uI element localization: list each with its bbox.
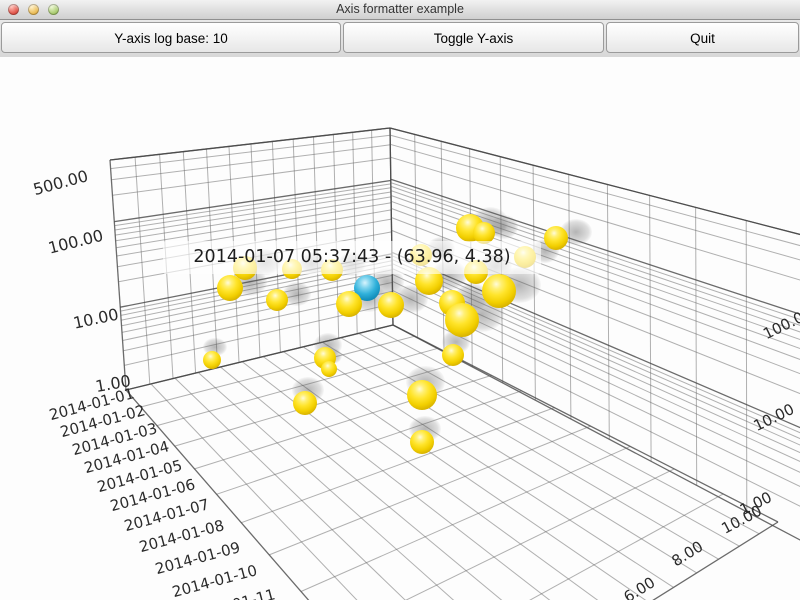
data-point[interactable]	[407, 380, 437, 410]
toolbar: Y-axis log base: 10 Toggle Y-axis Quit	[0, 20, 800, 58]
data-point[interactable]	[442, 344, 464, 366]
title-bar[interactable]: Axis formatter example	[0, 0, 800, 20]
data-point[interactable]	[378, 292, 404, 318]
data-point[interactable]	[544, 226, 568, 250]
y-axis-log-base-button[interactable]: Y-axis log base: 10	[1, 22, 341, 53]
app-window: Axis formatter example Y-axis log base: …	[0, 0, 800, 600]
data-point[interactable]	[321, 361, 337, 377]
quit-button[interactable]: Quit	[606, 22, 799, 53]
data-point[interactable]	[445, 303, 479, 337]
data-point[interactable]	[203, 351, 221, 369]
data-point[interactable]	[217, 275, 243, 301]
data-point[interactable]	[293, 391, 317, 415]
scatter-3d-canvas[interactable]: 500.00100.0010.001.00100.0010.001.0010.0…	[0, 57, 800, 600]
data-point[interactable]	[336, 291, 362, 317]
toggle-y-axis-button[interactable]: Toggle Y-axis	[343, 22, 604, 53]
data-point[interactable]	[482, 274, 516, 308]
selection-tooltip: 2014-01-07 05:37:43 - (63.96, 4.38)	[163, 241, 541, 274]
selection-tooltip-text: 2014-01-07 05:37:43 - (63.96, 4.38)	[193, 247, 510, 267]
window-title: Axis formatter example	[0, 0, 800, 19]
data-points-layer	[0, 57, 800, 600]
data-point[interactable]	[266, 289, 288, 311]
data-point[interactable]	[410, 430, 434, 454]
